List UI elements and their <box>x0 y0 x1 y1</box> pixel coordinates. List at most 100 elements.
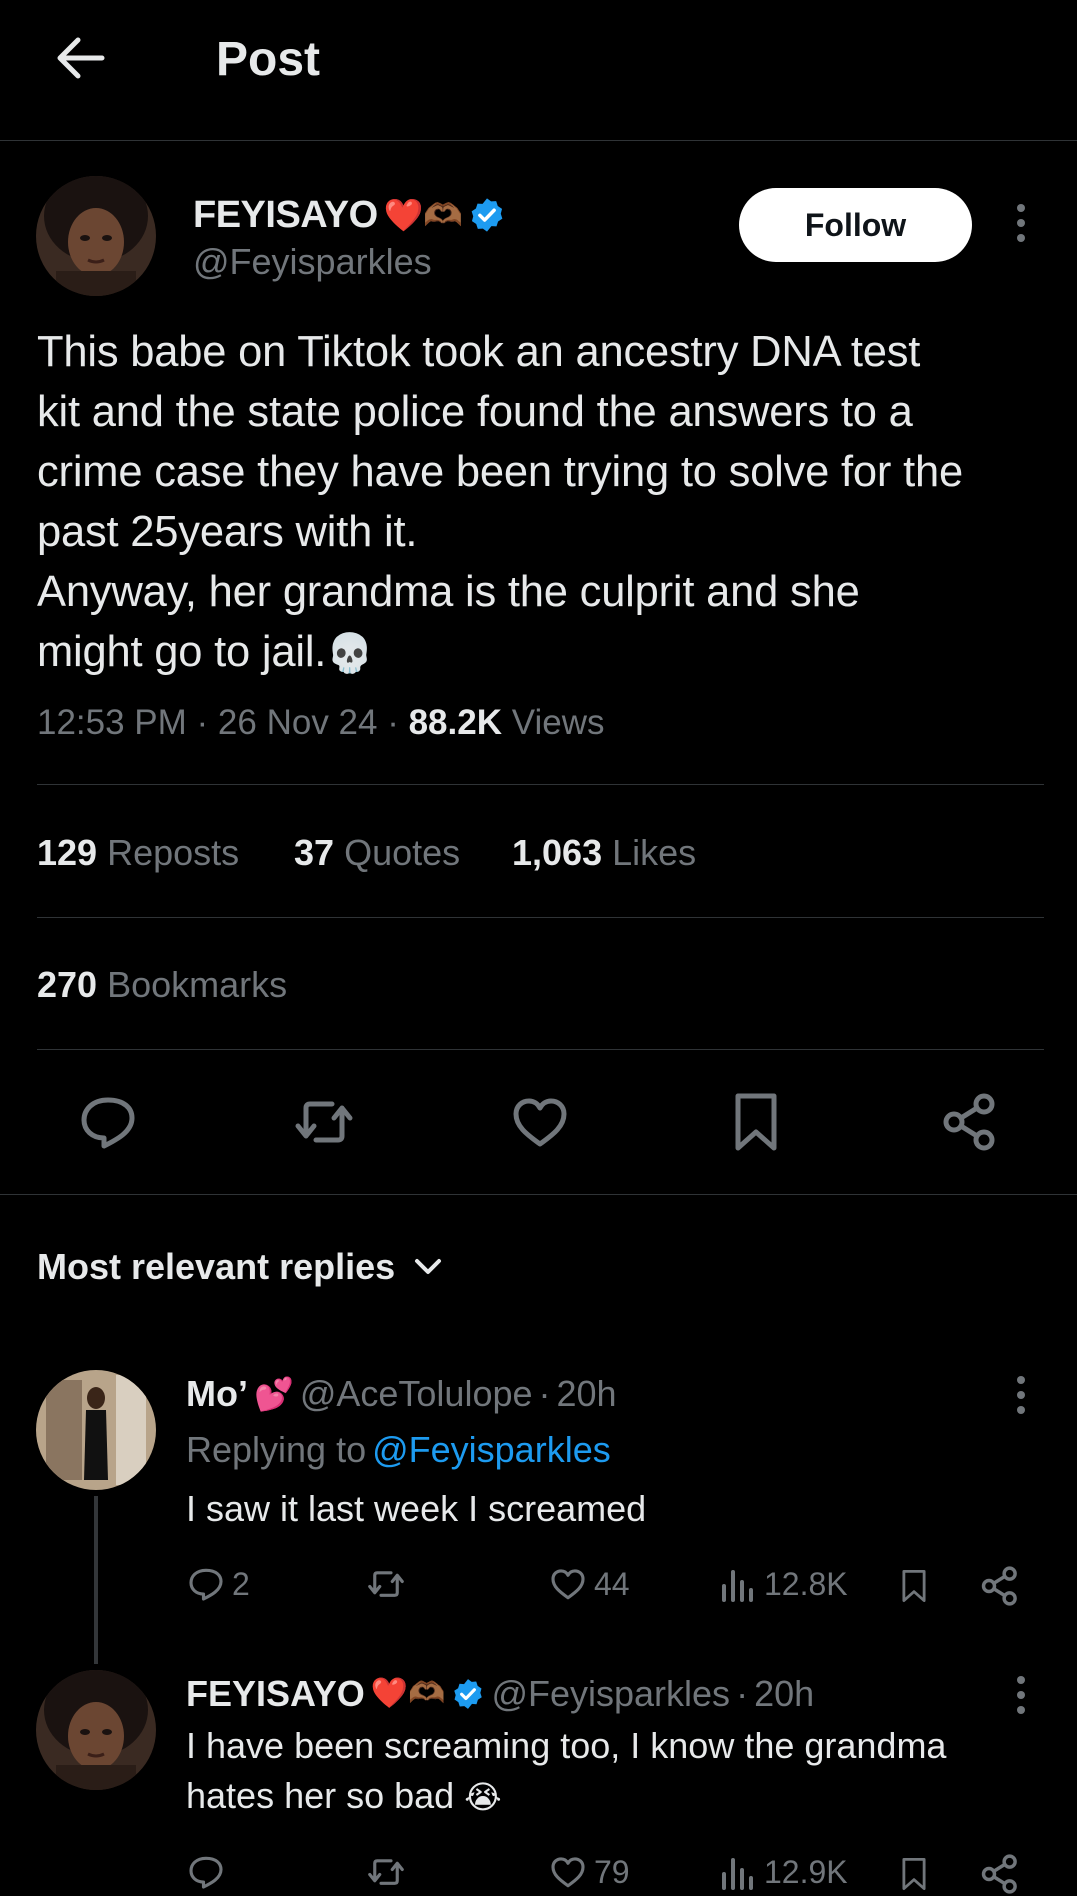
back-button[interactable] <box>50 28 110 88</box>
share-icon[interactable] <box>938 1090 1002 1154</box>
replies-sort-dropdown[interactable]: Most relevant replies <box>37 1244 443 1290</box>
repost-icon[interactable] <box>292 1090 356 1154</box>
follow-button[interactable]: Follow <box>739 188 972 262</box>
reply-avatar-image <box>36 1370 156 1490</box>
page-title: Post <box>216 33 321 86</box>
repost-icon <box>368 1571 404 1597</box>
reply-time[interactable]: 20h <box>754 1672 814 1716</box>
stats-divider-middle <box>37 917 1044 918</box>
reply-repost-button[interactable] <box>364 1852 408 1892</box>
avatar[interactable] <box>36 1670 156 1790</box>
quotes-stat[interactable]: 37 Quotes <box>294 830 460 876</box>
like-icon[interactable] <box>508 1090 572 1154</box>
reply-time[interactable]: 20h <box>557 1372 617 1416</box>
reply-text: I have been screaming too, I know the gr… <box>186 1721 1046 1822</box>
verified-badge-icon <box>472 198 503 232</box>
reply-avatar-image <box>36 1670 156 1790</box>
separator-dot: · <box>736 1673 749 1714</box>
reply-views-button[interactable]: 12.9K <box>718 1852 848 1892</box>
reply-icon <box>189 1568 223 1601</box>
tweet-timestamp[interactable]: 12:53 PM · 26 Nov 24 · 88.2K Views <box>37 700 604 746</box>
more-options-icon[interactable] <box>1003 200 1039 246</box>
replying-to: Replying to @Feyisparkles <box>186 1428 611 1472</box>
more-options-icon[interactable] <box>1003 1372 1039 1418</box>
crying-emoji: 😭 <box>464 1779 502 1815</box>
author-name-text: FEYISAYO <box>193 194 378 236</box>
reply-icon <box>189 1856 223 1889</box>
replying-label: Replying to <box>186 1429 367 1470</box>
reply-reply-button[interactable]: 2 <box>186 1564 250 1604</box>
reply-like-button[interactable]: 79 <box>548 1852 630 1892</box>
reply-icon[interactable] <box>76 1090 140 1154</box>
tweet-text: This babe on Tiktok took an ancestry DNA… <box>37 322 1047 684</box>
tweet-time: 12:53 PM <box>37 703 187 742</box>
chevron-down-icon <box>415 1259 442 1274</box>
avatar[interactable] <box>36 176 156 296</box>
bookmarks-count: 270 <box>37 964 98 1005</box>
reply-author-name[interactable]: Mo’ <box>186 1372 248 1416</box>
reply-count: 2 <box>232 1565 250 1602</box>
replies-heading-label: Most relevant replies <box>37 1246 396 1287</box>
avatar[interactable] <box>36 1370 156 1490</box>
more-options-icon[interactable] <box>1003 1672 1039 1718</box>
thread-connector <box>94 1496 98 1664</box>
quotes-label: Quotes <box>344 832 461 873</box>
like-icon <box>551 1857 585 1888</box>
view-count: 12.8K <box>764 1565 848 1602</box>
author-name[interactable]: FEYISAYO ❤️🫶🏾 <box>193 193 506 237</box>
reply-views-button[interactable]: 12.8K <box>718 1564 848 1604</box>
like-icon <box>551 1569 585 1600</box>
reply-author-handle[interactable]: @Feyisparkles <box>491 1672 730 1716</box>
tweet-text-body: This babe on Tiktok took an ancestry DNA… <box>37 328 963 676</box>
reply-reply-button[interactable] <box>186 1852 226 1892</box>
replying-to-link[interactable]: @Feyisparkles <box>372 1428 611 1472</box>
like-count: 44 <box>594 1565 630 1602</box>
likes-count: 1,063 <box>512 832 603 873</box>
like-count: 79 <box>594 1853 630 1890</box>
views-chart-icon <box>722 1858 753 1890</box>
stats-divider-bottom <box>37 1049 1044 1050</box>
reply-repost-button[interactable] <box>364 1564 408 1604</box>
view-count: 12.9K <box>764 1853 848 1890</box>
reply-author-name[interactable]: FEYISAYO <box>186 1672 365 1716</box>
reply-share-button[interactable] <box>978 1852 1022 1896</box>
arrow-left-icon <box>57 37 105 79</box>
author-name-emoji: ❤️🫶🏾 <box>383 197 463 233</box>
bookmark-icon <box>902 1857 926 1891</box>
repost-icon <box>368 1859 404 1885</box>
tweet-date: 26 Nov 24 <box>217 703 378 742</box>
reply-author-emoji: 💕 <box>253 1376 294 1412</box>
reply-author-emoji: ❤️🫶🏾 <box>370 1677 446 1710</box>
actions-divider <box>0 1194 1077 1195</box>
author-handle[interactable]: @Feyisparkles <box>193 240 432 284</box>
bookmark-icon[interactable] <box>724 1090 788 1154</box>
quotes-count: 37 <box>294 832 335 873</box>
reply-text-body: I have been screaming too, I know the gr… <box>186 1725 947 1816</box>
author-avatar-image <box>36 176 156 296</box>
share-icon <box>981 1566 1017 1606</box>
reply-header: FEYISAYO ❤️🫶🏾 @Feyisparkles · 20h <box>186 1672 814 1716</box>
bookmarks-stat[interactable]: 270 Bookmarks <box>37 962 287 1008</box>
bookmarks-label: Bookmarks <box>107 964 288 1005</box>
likes-label: Likes <box>612 832 697 873</box>
skull-emoji: 💀 <box>326 633 374 675</box>
views-count: 88.2K <box>408 703 502 742</box>
views-chart-icon <box>722 1570 753 1602</box>
reply-share-button[interactable] <box>978 1564 1022 1608</box>
reply-bookmark-button[interactable] <box>896 1852 932 1896</box>
reposts-stat[interactable]: 129 Reposts <box>37 830 239 876</box>
separator-dot: · <box>538 1373 551 1414</box>
header-divider <box>0 140 1077 141</box>
reposts-label: Reposts <box>107 832 240 873</box>
stats-divider-top <box>37 784 1044 785</box>
verified-badge-icon <box>454 1679 483 1709</box>
reposts-count: 129 <box>37 832 98 873</box>
views-label: Views <box>511 703 605 742</box>
reply-header: Mo’ 💕 @AceTolulope · 20h <box>186 1372 617 1416</box>
reply-author-handle[interactable]: @AceTolulope <box>300 1372 533 1416</box>
likes-stat[interactable]: 1,063 Likes <box>512 830 696 876</box>
reply-bookmark-button[interactable] <box>896 1564 932 1608</box>
bookmark-icon <box>902 1569 926 1603</box>
reply-like-button[interactable]: 44 <box>548 1564 630 1604</box>
share-icon <box>981 1854 1017 1894</box>
